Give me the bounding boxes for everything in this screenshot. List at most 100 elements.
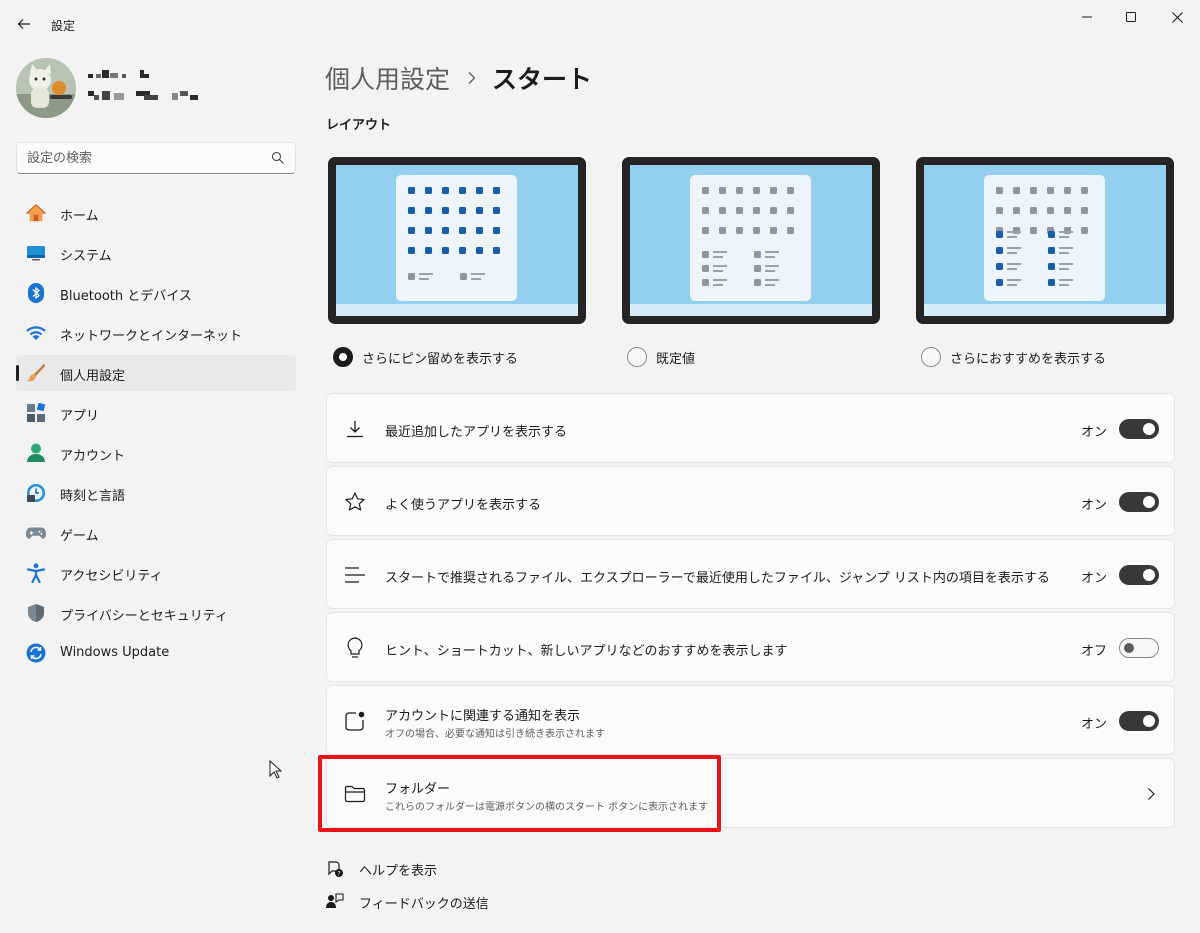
preview-app-tile xyxy=(459,187,466,194)
radio-button[interactable] xyxy=(333,347,353,367)
setting-recommended-files: スタートで推奨されるファイル、エクスプローラーで最近使用したファイル、ジャンプ … xyxy=(326,539,1175,609)
preview-app-tile xyxy=(1030,207,1037,214)
sidebar-item-label: Bluetooth とデバイス xyxy=(60,289,192,304)
gamepad-icon xyxy=(26,523,46,543)
avatar[interactable] xyxy=(16,58,76,118)
layout-option-default[interactable] xyxy=(622,157,880,324)
maximize-button[interactable] xyxy=(1108,0,1154,34)
toggle-switch[interactable] xyxy=(1119,638,1159,658)
preview-text-line xyxy=(1007,284,1017,286)
preview-app-tile xyxy=(702,187,709,194)
home-icon xyxy=(26,203,46,223)
sidebar-item-windows-update[interactable]: Windows Update xyxy=(16,635,296,671)
preview-app-tile xyxy=(1081,207,1088,214)
sidebar-item-accessibility[interactable]: アクセシビリティ xyxy=(16,555,296,591)
apps-icon xyxy=(26,403,46,423)
help-label: ヘルプを表示 xyxy=(359,863,438,879)
feedback-link[interactable]: フィードバックの送信 xyxy=(326,891,489,913)
preview-text-line xyxy=(765,251,779,253)
help-link[interactable]: ? ヘルプを表示 xyxy=(326,858,437,880)
radio-button[interactable] xyxy=(921,347,941,367)
radio-label: さらにおすすめを表示する xyxy=(950,351,1107,367)
sidebar-item-label: 時刻と言語 xyxy=(60,489,126,504)
toggle-state-label: オン xyxy=(1080,571,1107,586)
preview-app-tile xyxy=(1013,187,1020,194)
account-icon xyxy=(26,443,46,463)
sidebar-item-home[interactable]: ホーム xyxy=(16,195,296,231)
list-icon xyxy=(344,564,366,586)
preview-text-line xyxy=(713,284,723,286)
toggle-switch[interactable] xyxy=(1119,492,1159,512)
search-input[interactable] xyxy=(27,149,257,167)
preview-app-tile xyxy=(1048,279,1055,286)
preview-app-tile xyxy=(753,207,760,214)
preview-text-line xyxy=(1059,247,1073,249)
toggle-state-label: オン xyxy=(1080,425,1107,440)
preview-app-tile xyxy=(719,187,726,194)
preview-app-tile xyxy=(702,279,709,286)
toggle-state-label: オン xyxy=(1080,498,1107,513)
sidebar-item-accounts[interactable]: アカウント xyxy=(16,435,296,471)
close-button[interactable] xyxy=(1154,0,1200,34)
preview-text-line xyxy=(713,270,723,272)
preview-app-tile xyxy=(702,265,709,272)
preview-app-tile xyxy=(493,227,500,234)
preview-text-line xyxy=(765,279,779,281)
setting-account-notifications: アカウントに関連する通知を表示 オフの場合、必要な通知は引き続き表示されます オ… xyxy=(326,685,1175,755)
sidebar-item-gaming[interactable]: ゲーム xyxy=(16,515,296,551)
preview-app-tile xyxy=(459,247,466,254)
toggle-state-label: オフ xyxy=(1080,644,1107,659)
preview-app-tile xyxy=(736,207,743,214)
user-name-redacted xyxy=(88,70,158,79)
wifi-icon xyxy=(26,323,46,343)
sidebar-item-personalization[interactable]: 個人用設定 xyxy=(16,355,296,391)
preview-app-tile xyxy=(476,187,483,194)
preview-app-tile xyxy=(425,247,432,254)
preview-app-tile xyxy=(1064,207,1071,214)
preview-app-tile xyxy=(1048,263,1055,270)
preview-text-line xyxy=(1007,252,1017,254)
minimize-button[interactable] xyxy=(1064,0,1110,34)
sidebar-item-label: システム xyxy=(60,249,112,264)
toggle-switch[interactable] xyxy=(1119,565,1159,585)
layout-option-more-recommendations[interactable] xyxy=(916,157,1174,324)
radio-button[interactable] xyxy=(627,347,647,367)
sidebar-item-privacy[interactable]: プライバシーとセキュリティ xyxy=(16,595,296,631)
sidebar-item-bluetooth[interactable]: Bluetooth とデバイス xyxy=(16,275,296,311)
radio-default[interactable]: 既定値 xyxy=(627,346,695,368)
preview-text-line xyxy=(713,279,727,281)
preview-text-line xyxy=(765,284,775,286)
preview-text-line xyxy=(471,278,481,280)
search-icon[interactable] xyxy=(271,151,285,165)
sidebar-item-apps[interactable]: アプリ xyxy=(16,395,296,431)
sidebar-item-label: アカウント xyxy=(60,449,126,464)
layout-preview xyxy=(630,165,872,316)
preview-text-line xyxy=(419,278,429,280)
sidebar-item-network[interactable]: ネットワークとインターネット xyxy=(16,315,296,351)
avatar-image xyxy=(16,58,76,118)
preview-app-tile xyxy=(459,227,466,234)
star-icon xyxy=(344,491,366,513)
setting-title: スタートで推奨されるファイル、エクスプローラーで最近使用したファイル、ジャンプ … xyxy=(385,571,1050,586)
preview-app-tile xyxy=(770,187,777,194)
preview-app-tile xyxy=(476,227,483,234)
feedback-icon xyxy=(326,893,344,911)
setting-most-used-apps: よく使うアプリを表示する オン xyxy=(326,466,1175,536)
back-button[interactable] xyxy=(10,10,38,38)
preview-app-tile xyxy=(442,187,449,194)
toggle-switch[interactable] xyxy=(1119,419,1159,439)
radio-more-recommendations[interactable]: さらにおすすめを表示する xyxy=(921,346,1106,368)
setting-subtitle: オフの場合、必要な通知は引き続き表示されます xyxy=(385,729,605,740)
search-box[interactable] xyxy=(16,142,296,174)
chevron-right-icon xyxy=(468,72,476,84)
radio-more-pins[interactable]: さらにピン留めを表示する xyxy=(333,346,518,368)
preview-app-tile xyxy=(1048,247,1055,254)
preview-app-tile xyxy=(476,207,483,214)
preview-text-line xyxy=(713,256,723,258)
sidebar-item-system[interactable]: システム xyxy=(16,235,296,271)
preview-app-tile xyxy=(408,247,415,254)
sidebar-item-time-language[interactable]: 時刻と言語 xyxy=(16,475,296,511)
layout-option-more-pins[interactable] xyxy=(328,157,586,324)
toggle-switch[interactable] xyxy=(1119,711,1159,731)
breadcrumb-parent[interactable]: 個人用設定 xyxy=(325,60,450,96)
